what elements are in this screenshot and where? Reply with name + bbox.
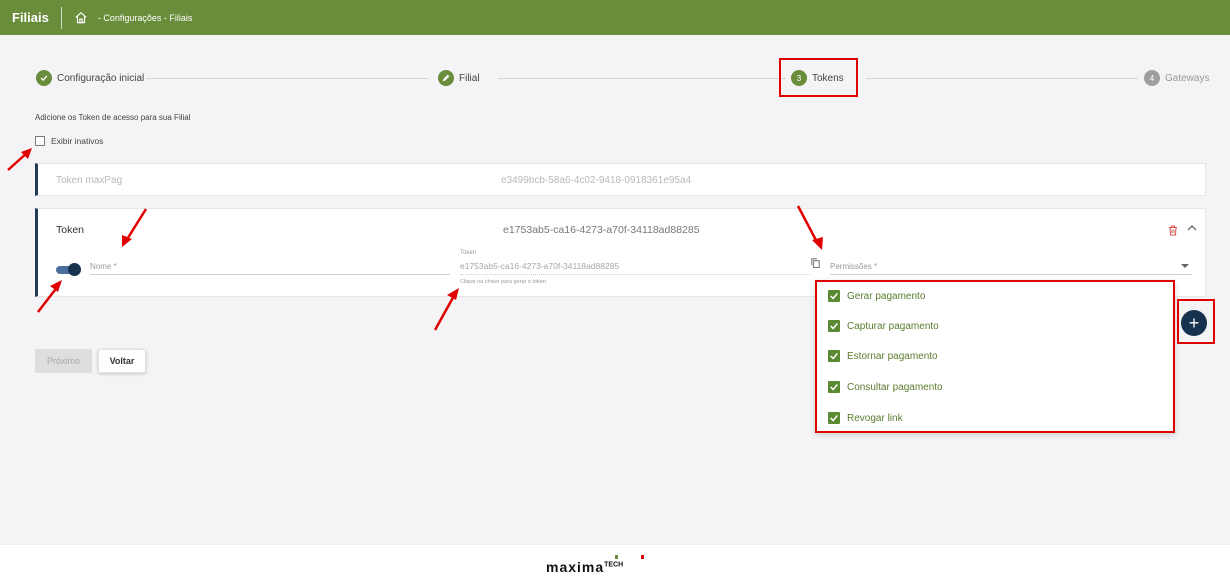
trash-icon[interactable] <box>1167 224 1179 237</box>
step-divider <box>498 78 786 79</box>
annotation-arrow <box>37 280 62 313</box>
step-configuracao-inicial[interactable]: Configuração inicial <box>36 70 144 86</box>
permission-option[interactable]: Capturar pagamento <box>828 320 939 332</box>
token-field[interactable]: Token e1753ab5-ca16-4273-a70f-34118ad882… <box>460 248 810 275</box>
page-title: Filiais <box>0 6 62 29</box>
token-value: e3499bcb-58a6-4c02-9418-0918361e95a4 <box>501 175 692 186</box>
option-label: Estornar pagamento <box>847 350 938 362</box>
option-label: Revogar link <box>847 412 903 424</box>
step-label: Gateways <box>1165 72 1210 84</box>
breadcrumb: - Configurações - Filiais <box>97 12 193 23</box>
checkbox-icon[interactable] <box>35 136 45 146</box>
checkbox-checked-icon[interactable] <box>828 412 840 424</box>
annotation-arrow <box>433 288 459 331</box>
back-button[interactable]: Voltar <box>98 349 146 373</box>
home-icon[interactable] <box>74 11 88 25</box>
step-filial[interactable]: Filial <box>438 70 480 86</box>
checkbox-label: Exibir inativos <box>51 136 104 146</box>
token-card-maxpag[interactable]: Token maxPag e3499bcb-58a6-4c02-9418-091… <box>35 163 1206 196</box>
permission-option[interactable]: Consultar pagamento <box>828 381 943 393</box>
token-hint: Clique na chave para gerar o token <box>460 279 546 285</box>
chevron-down-icon <box>1181 264 1189 268</box>
annotation-highlight <box>779 58 858 97</box>
footer: maximaTECH <box>0 544 1230 581</box>
add-token-button[interactable]: + <box>1181 310 1207 336</box>
token-field-label: Token <box>460 250 477 256</box>
name-placeholder: Nome * <box>90 262 117 271</box>
copy-icon[interactable] <box>810 257 821 269</box>
permissions-dropdown: Gerar pagamento Capturar pagamento Estor… <box>815 280 1175 433</box>
token-field-value: e1753ab5-ca16-4273-a70f-34118ad88285 <box>460 261 620 271</box>
active-toggle[interactable] <box>56 263 82 276</box>
maxima-tech-logo: maximaTECH <box>546 559 623 575</box>
annotation-arrow <box>122 208 148 247</box>
checkbox-checked-icon[interactable] <box>828 381 840 393</box>
option-label: Capturar pagamento <box>847 320 939 332</box>
checkbox-checked-icon[interactable] <box>828 320 840 332</box>
step-number: 4 <box>1144 70 1160 86</box>
step-gateways[interactable]: 4 Gateways <box>1144 70 1209 86</box>
permission-option[interactable]: Revogar link <box>828 412 903 424</box>
step-label: Filial <box>459 72 480 84</box>
permissions-placeholder: Permissões * <box>830 262 878 271</box>
intro-text: Adicione os Token de acesso para sua Fil… <box>35 113 191 122</box>
logo-text: maxima <box>546 559 605 575</box>
step-divider <box>866 78 1138 79</box>
next-button[interactable]: Próximo <box>35 349 92 373</box>
pencil-icon <box>438 70 454 86</box>
checkbox-checked-icon[interactable] <box>828 290 840 302</box>
checkbox-checked-icon[interactable] <box>828 350 840 362</box>
permission-option[interactable]: Estornar pagamento <box>828 350 938 362</box>
option-label: Consultar pagamento <box>847 381 943 393</box>
step-divider <box>146 78 428 79</box>
top-bar: Filiais - Configurações - Filiais <box>0 0 1230 35</box>
annotation-arrow <box>796 205 823 250</box>
permissions-select[interactable]: Permissões * <box>830 256 1192 275</box>
logo-suffix: TECH <box>604 561 624 569</box>
stepper: Configuração inicial Filial 3 Tokens 4 G… <box>36 70 1211 90</box>
chevron-up-icon[interactable] <box>1186 223 1198 233</box>
token-value: e1753ab5-ca16-4273-a70f-34118ad88285 <box>503 224 700 236</box>
annotation-arrow <box>7 148 32 171</box>
toggle-knob <box>68 263 81 276</box>
show-inactive-checkbox[interactable]: Exibir inativos <box>35 136 103 146</box>
step-label: Configuração inicial <box>57 72 145 84</box>
option-label: Gerar pagamento <box>847 290 926 302</box>
token-label: Token <box>56 224 85 236</box>
permission-option[interactable]: Gerar pagamento <box>828 290 925 302</box>
token-label: Token maxPag <box>56 175 123 186</box>
name-input[interactable]: Nome * <box>90 256 450 275</box>
check-icon <box>36 70 52 86</box>
